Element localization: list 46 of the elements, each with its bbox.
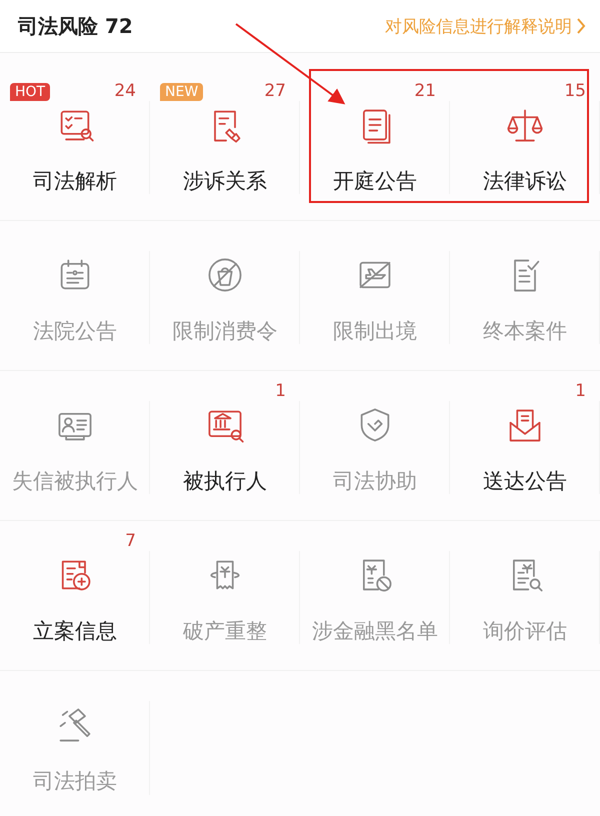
category-label: 司法协助 xyxy=(333,468,417,495)
risk-category-tile[interactable]: 终本案件 xyxy=(450,221,600,371)
category-label: 司法拍卖 xyxy=(33,768,117,795)
category-label: 被执行人 xyxy=(183,468,267,495)
count: 27 xyxy=(264,81,286,101)
category-label: 涉诉关系 xyxy=(183,168,267,195)
category-label: 立案信息 xyxy=(33,618,117,645)
risk-category-tile[interactable]: 司法协助 xyxy=(300,371,450,521)
category-label: 涉金融黑名单 xyxy=(312,618,438,645)
category-label: 送达公告 xyxy=(483,468,567,495)
risk-category-tile[interactable]: HOT 24 司法解析 xyxy=(0,71,150,221)
risk-category-tile[interactable]: 15 法律诉讼 xyxy=(450,71,600,221)
risk-category-tile[interactable]: 7 立案信息 xyxy=(0,521,150,671)
risk-category-tile[interactable]: 询价评估 xyxy=(450,521,600,671)
risk-category-tile[interactable]: 破产重整 xyxy=(150,521,300,671)
category-label: 终本案件 xyxy=(483,318,567,345)
count: 21 xyxy=(414,81,436,101)
category-label: 询价评估 xyxy=(483,618,567,645)
risk-category-tile[interactable]: 法院公告 xyxy=(0,221,150,371)
section-title: 司法风险 72 xyxy=(18,12,133,40)
category-label: 法院公告 xyxy=(33,318,117,345)
risk-category-tile[interactable]: 司法拍卖 xyxy=(0,671,150,816)
tag-label: NEW xyxy=(160,83,204,101)
chevron-right-icon xyxy=(576,17,586,35)
category-label: 限制消费令 xyxy=(172,318,278,345)
count: 1 xyxy=(275,381,286,401)
risk-category-tile[interactable]: 限制消费令 xyxy=(150,221,300,371)
risk-category-tile[interactable]: 失信被执行人 xyxy=(0,371,150,521)
risk-category-tile[interactable]: 限制出境 xyxy=(300,221,450,371)
explanation-link[interactable]: 对风险信息进行解释说明 xyxy=(385,14,586,38)
category-label: 开庭公告 xyxy=(333,168,417,195)
tag-label: HOT xyxy=(10,83,50,101)
risk-category-tile[interactable]: 21 开庭公告 xyxy=(300,71,450,221)
count: 1 xyxy=(575,381,586,401)
category-label: 司法解析 xyxy=(33,168,117,195)
risk-category-tile[interactable]: 1 送达公告 xyxy=(450,371,600,521)
risk-category-tile[interactable]: 涉金融黑名单 xyxy=(300,521,450,671)
count: 24 xyxy=(114,81,136,101)
category-label: 失信被执行人 xyxy=(12,468,138,495)
category-label: 破产重整 xyxy=(183,618,267,645)
risk-category-tile[interactable]: 1 被执行人 xyxy=(150,371,300,521)
count: 7 xyxy=(125,531,136,551)
count: 15 xyxy=(564,81,586,101)
category-label: 限制出境 xyxy=(333,318,417,345)
category-label: 法律诉讼 xyxy=(483,168,567,195)
risk-category-tile[interactable]: NEW 27 涉诉关系 xyxy=(150,71,300,221)
